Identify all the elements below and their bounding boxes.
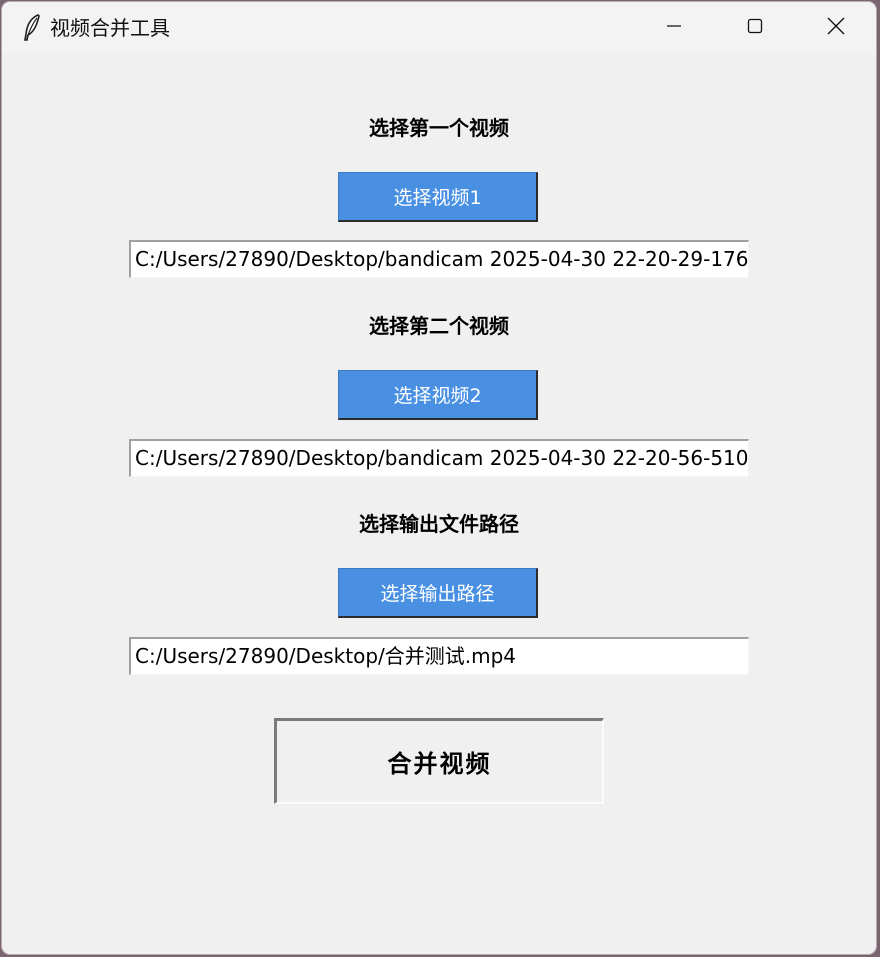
maximize-button[interactable] bbox=[715, 2, 795, 54]
output-path-field[interactable]: C:/Users/27890/Desktop/合并测试.mp4 bbox=[129, 637, 749, 675]
app-window: 视频合并工具 选择第一个视频 选择视频1 C:/Users/27890/Desk… bbox=[2, 2, 876, 954]
select-video2-button[interactable]: 选择视频2 bbox=[338, 370, 538, 420]
video2-label: 选择第二个视频 bbox=[369, 314, 509, 338]
merge-videos-button[interactable]: 合并视频 bbox=[274, 718, 604, 804]
maximize-icon bbox=[747, 18, 763, 38]
window-title: 视频合并工具 bbox=[50, 16, 170, 40]
video1-path-field[interactable]: C:/Users/27890/Desktop/bandicam 2025-04-… bbox=[129, 240, 749, 278]
close-icon bbox=[827, 17, 845, 39]
output-label: 选择输出文件路径 bbox=[359, 512, 519, 536]
video1-label: 选择第一个视频 bbox=[369, 116, 509, 140]
close-button[interactable] bbox=[796, 2, 876, 54]
select-video1-button[interactable]: 选择视频1 bbox=[338, 172, 538, 222]
minimize-button[interactable] bbox=[634, 2, 714, 54]
select-output-button[interactable]: 选择输出路径 bbox=[338, 568, 538, 618]
title-bar[interactable]: 视频合并工具 bbox=[2, 2, 876, 54]
feather-icon bbox=[22, 14, 42, 42]
minimize-icon bbox=[666, 18, 682, 38]
video2-path-field[interactable]: C:/Users/27890/Desktop/bandicam 2025-04-… bbox=[129, 439, 749, 477]
